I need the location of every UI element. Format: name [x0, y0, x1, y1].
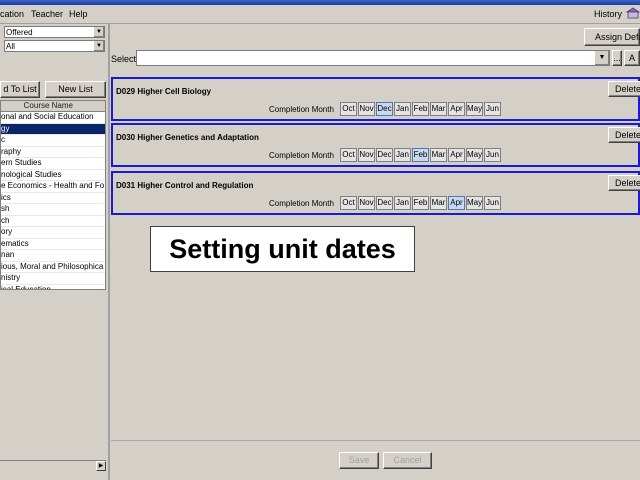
list-item[interactable]: ical Education — [1, 285, 105, 290]
month-button-dec[interactable]: Dec — [376, 102, 393, 116]
month-button-apr[interactable]: Apr — [448, 148, 465, 162]
more-button[interactable]: ... — [612, 50, 622, 66]
unit-panel: D031 Higher Control and Regulation Comple… — [111, 171, 640, 215]
course-name-column-header[interactable]: Course Name — [1, 101, 105, 112]
course-list: Course Name onal and Social Education gy c… — [0, 100, 106, 290]
level-filter-select[interactable]: All ▼ — [4, 40, 105, 52]
assign-default-button[interactable]: Assign Defa — [584, 28, 640, 46]
month-button-apr[interactable]: Apr — [448, 196, 465, 210]
list-item[interactable]: sh — [1, 204, 105, 216]
list-item[interactable]: nological Studies — [1, 170, 105, 181]
month-button-feb[interactable]: Feb — [412, 148, 429, 162]
month-button-jun[interactable]: Jun — [484, 148, 501, 162]
month-button-oct[interactable]: Oct — [340, 196, 357, 210]
list-item[interactable]: nan — [1, 250, 105, 262]
history-icon[interactable] — [626, 7, 640, 19]
month-button-jan[interactable]: Jan — [394, 196, 411, 210]
month-button-dec[interactable]: Dec — [376, 148, 393, 162]
save-button[interactable]: Save — [339, 452, 379, 469]
delete-button[interactable]: Delete — [608, 81, 640, 97]
list-item[interactable]: nistry — [1, 273, 105, 285]
add-to-list-button[interactable]: d To List — [0, 81, 40, 98]
month-button-may[interactable]: May — [466, 102, 483, 116]
add-unit-button[interactable]: A — [624, 50, 640, 66]
chevron-down-icon[interactable]: ▼ — [594, 51, 609, 65]
list-item[interactable]: ious, Moral and Philosophica — [1, 262, 105, 273]
list-item[interactable]: gy — [1, 123, 105, 135]
unit-title: D031 Higher Control and Regulation — [116, 181, 254, 190]
month-button-oct[interactable]: Oct — [340, 102, 357, 116]
month-button-may[interactable]: May — [466, 148, 483, 162]
menu-teacher[interactable]: Teacher — [31, 9, 63, 19]
unit-select[interactable]: ▼ — [136, 50, 610, 66]
delete-button[interactable]: Delete — [608, 127, 640, 143]
month-button-feb[interactable]: Feb — [412, 196, 429, 210]
chevron-down-icon[interactable]: ▼ — [93, 41, 104, 51]
month-button-jun[interactable]: Jun — [484, 102, 501, 116]
month-button-jan[interactable]: Jan — [394, 102, 411, 116]
month-button-nov[interactable]: Nov — [358, 148, 375, 162]
list-item[interactable]: c — [1, 135, 105, 147]
delete-button[interactable]: Delete — [608, 175, 640, 191]
list-item[interactable]: e Economics - Health and Fo — [1, 181, 105, 193]
list-item[interactable]: ematics — [1, 239, 105, 250]
month-button-jun[interactable]: Jun — [484, 196, 501, 210]
history-link[interactable]: History — [594, 9, 622, 19]
month-button-apr[interactable]: Apr — [448, 102, 465, 116]
footer-divider — [111, 440, 640, 441]
cancel-button[interactable]: Cancel — [383, 452, 432, 469]
course-list-rows: onal and Social Education gy c raphy ern Stu… — [1, 112, 105, 290]
month-button-feb[interactable]: Feb — [412, 102, 429, 116]
month-button-dec[interactable]: Dec — [376, 196, 393, 210]
month-button-mar[interactable]: Mar — [430, 102, 447, 116]
horizontal-scrollbar[interactable]: ▶ — [0, 460, 106, 471]
month-button-nov[interactable]: Nov — [358, 102, 375, 116]
month-button-oct[interactable]: Oct — [340, 148, 357, 162]
new-list-button[interactable]: New List — [45, 81, 106, 98]
status-filter-value: Offered — [6, 28, 33, 37]
completion-month-label: Completion Month — [269, 199, 334, 208]
left-panel: Offered ▼ All ▼ d To List New List Cours… — [0, 23, 110, 480]
month-button-jan[interactable]: Jan — [394, 148, 411, 162]
level-filter-value: All — [6, 42, 15, 51]
select-label: Select — [111, 54, 137, 64]
month-button-may[interactable]: May — [466, 196, 483, 210]
menu-bar: cation Teacher Help History — [0, 5, 640, 24]
list-item[interactable]: ory — [1, 227, 105, 239]
month-button-mar[interactable]: Mar — [430, 148, 447, 162]
completion-month-label: Completion Month — [269, 151, 334, 160]
panel-divider[interactable] — [108, 23, 110, 480]
chevron-down-icon[interactable]: ▼ — [93, 27, 104, 37]
month-button-nov[interactable]: Nov — [358, 196, 375, 210]
list-item[interactable]: onal and Social Education — [1, 112, 105, 124]
list-item[interactable]: ern Studies — [1, 158, 105, 170]
menu-help[interactable]: Help — [69, 9, 88, 19]
list-item[interactable]: ch — [1, 216, 105, 227]
completion-month-label: Completion Month — [269, 105, 334, 114]
month-button-mar[interactable]: Mar — [430, 196, 447, 210]
unit-panel: D030 Higher Genetics and Adaptation Compl… — [111, 123, 640, 167]
caption-overlay: Setting unit dates — [150, 226, 415, 272]
scroll-right-icon[interactable]: ▶ — [96, 461, 106, 471]
list-item[interactable]: ics — [1, 193, 105, 204]
unit-title: D030 Higher Genetics and Adaptation — [116, 133, 259, 142]
unit-panel: D029 Higher Cell Biology Completion Month… — [111, 77, 640, 121]
status-filter-select[interactable]: Offered ▼ — [4, 26, 105, 38]
menu-education[interactable]: cation — [0, 9, 24, 19]
list-item[interactable]: raphy — [1, 147, 105, 158]
unit-title: D029 Higher Cell Biology — [116, 87, 212, 96]
